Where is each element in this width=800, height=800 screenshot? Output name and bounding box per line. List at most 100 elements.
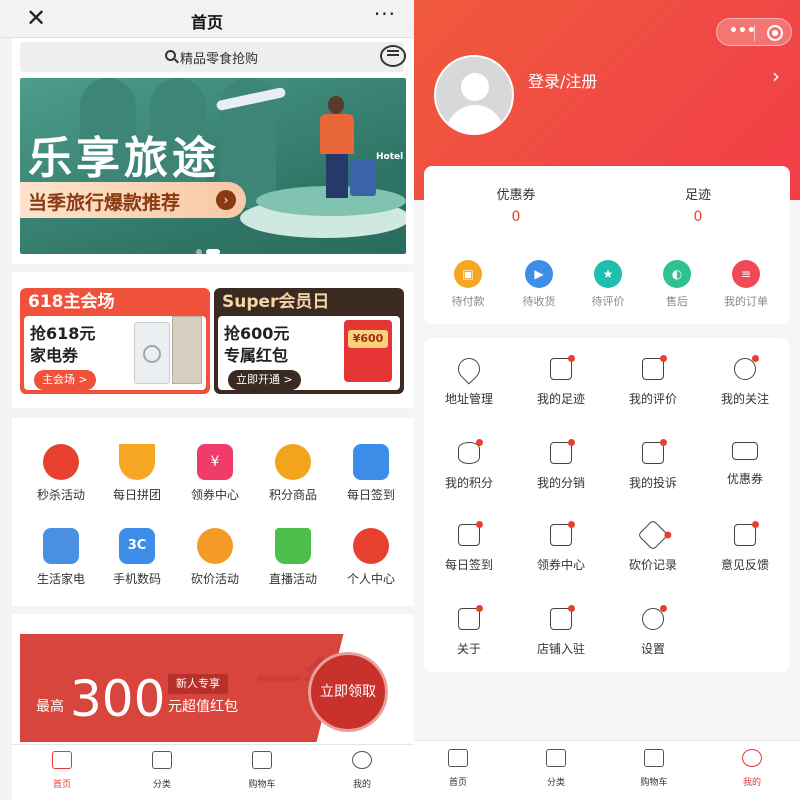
cart-icon xyxy=(644,749,664,767)
tab-mine[interactable]: 我的 xyxy=(332,751,392,790)
grid-item-live[interactable]: 直播活动 xyxy=(254,528,332,587)
service-reviews[interactable]: 我的评价 xyxy=(608,355,698,407)
avatar[interactable] xyxy=(434,55,514,135)
service-bargain-records[interactable]: 砍价记录 xyxy=(608,519,698,573)
envelope-amount: ¥600 xyxy=(348,330,388,348)
service-feedback[interactable]: 意见反馈 xyxy=(700,521,790,573)
service-label: 我的足迹 xyxy=(536,392,585,406)
order-list-icon: ≡ xyxy=(732,260,760,288)
grid-item-coupon-center[interactable]: ¥ 领券中心 xyxy=(176,444,254,503)
category-icon xyxy=(546,749,566,767)
search-input[interactable]: 精品零食抢购 xyxy=(20,42,406,72)
top-nav-bar: ✕ 首页 ··· xyxy=(0,0,414,38)
grid-item-personal-center[interactable]: 个人中心 xyxy=(332,528,410,587)
service-label: 每日签到 xyxy=(444,558,493,572)
home-icon xyxy=(448,749,468,767)
service-store-join[interactable]: 店铺入驻 xyxy=(516,605,606,657)
service-coupon-center[interactable]: 领券中心 xyxy=(516,521,606,573)
coupon-icon xyxy=(732,442,758,460)
stat-coupons[interactable]: 优惠券 0 xyxy=(466,184,566,225)
tab-home[interactable]: 首页 xyxy=(32,751,92,790)
carousel-dot-active[interactable] xyxy=(206,249,220,254)
new-user-coupon-banner[interactable]: 一条 最高 300 新人专享 元超值红包 立即领取 xyxy=(20,634,400,742)
washing-machine-image xyxy=(134,322,170,384)
carousel-dot[interactable] xyxy=(196,249,202,254)
promo-head: 618主会场 xyxy=(28,292,115,312)
tab-label: 购物车 xyxy=(248,780,276,790)
order-pending-review[interactable]: ★ 待评价 xyxy=(576,260,640,309)
grid-label: 领券中心 xyxy=(190,488,239,502)
service-label: 领券中心 xyxy=(536,558,585,572)
message-icon[interactable] xyxy=(380,45,406,67)
chevron-right-icon[interactable]: › xyxy=(772,64,780,88)
more-icon[interactable]: ••• xyxy=(729,23,756,39)
profile-screen: ••• 登录/注册 › 优惠券 0 足迹 0 ▣ 待付款 ▶ 待收货 ★ 待评价 xyxy=(414,0,800,800)
main-venue-button[interactable]: 主会场 > xyxy=(34,370,96,390)
tab-cart[interactable]: 购物车 xyxy=(624,749,684,788)
open-now-button[interactable]: 立即开通 > xyxy=(228,370,301,390)
basket-icon xyxy=(275,528,311,564)
gear-icon xyxy=(642,605,667,630)
grid-item-home-appliances[interactable]: 生活家电 xyxy=(22,528,100,587)
page-title: 首页 xyxy=(190,13,223,32)
miniprogram-capsule: ••• xyxy=(716,18,792,46)
grid-label: 砍价活动 xyxy=(190,572,239,586)
travel-banner[interactable]: 乐享旅途 当季旅行爆款推荐 › Hotel xyxy=(20,78,406,254)
promo-618[interactable]: 618主会场 抢618元 家电券 主会场 > xyxy=(20,288,210,394)
grid-item-digital[interactable]: 3C 手机数码 xyxy=(98,528,176,587)
grid-item-points-goods[interactable]: 积分商品 xyxy=(254,444,332,503)
calendar-icon xyxy=(353,444,389,480)
stat-footprints[interactable]: 足迹 0 xyxy=(648,184,748,225)
service-coupons[interactable]: 优惠券 xyxy=(700,442,790,487)
service-label: 我的积分 xyxy=(444,476,493,490)
banner-title: 乐享旅途 xyxy=(28,133,220,184)
tab-cart[interactable]: 购物车 xyxy=(232,751,292,790)
tag-icon xyxy=(637,519,669,551)
service-about[interactable]: 关于 xyxy=(424,605,514,657)
order-after-sales[interactable]: ◐ 售后 xyxy=(645,260,709,309)
grid-item-group-buy[interactable]: 每日拼团 xyxy=(98,444,176,503)
category-icon xyxy=(152,751,172,769)
service-distribution[interactable]: 我的分销 xyxy=(516,439,606,491)
chevron-right-icon: › xyxy=(216,190,236,210)
tab-mine[interactable]: 我的 xyxy=(722,749,782,788)
traveler-illustration xyxy=(320,96,354,200)
banner-subtitle: 当季旅行爆款推荐 xyxy=(28,192,181,214)
truck-icon: ▶ xyxy=(525,260,553,288)
hotel-sign: Hotel xyxy=(376,152,404,162)
grid-item-seckill[interactable]: 秒杀活动 xyxy=(22,444,100,503)
stats-order-card: 优惠券 0 足迹 0 ▣ 待付款 ▶ 待收货 ★ 待评价 ◐ 售后 ≡ 我的订单 xyxy=(424,166,790,324)
service-label: 砍价记录 xyxy=(628,558,677,572)
yen-ticket-icon: ¥ xyxy=(197,444,233,480)
promo-line2: 家电券 xyxy=(30,346,79,365)
service-complaints[interactable]: 我的投诉 xyxy=(608,439,698,491)
coupon-suffix: 元超值红包 xyxy=(168,699,238,715)
close-target-icon[interactable] xyxy=(767,25,783,41)
service-settings[interactable]: 设置 xyxy=(608,605,698,657)
tab-category[interactable]: 分类 xyxy=(526,749,586,788)
promo-super-member[interactable]: Super会员日 抢600元 专属红包 立即开通 > ¥600 xyxy=(214,288,404,394)
order-label: 待评价 xyxy=(591,295,625,308)
claim-now-button[interactable]: 立即领取 xyxy=(308,652,388,732)
grid-label: 直播活动 xyxy=(268,572,317,586)
smile-icon xyxy=(119,444,155,480)
login-register-link[interactable]: 登录/注册 xyxy=(528,68,597,92)
order-my-orders[interactable]: ≡ 我的订单 xyxy=(714,260,778,309)
tab-category[interactable]: 分类 xyxy=(132,751,192,790)
more-icon[interactable]: ··· xyxy=(374,2,396,26)
user-icon xyxy=(742,749,762,767)
order-pending-payment[interactable]: ▣ 待付款 xyxy=(436,260,500,309)
grid-label: 个人中心 xyxy=(346,572,395,586)
tab-home[interactable]: 首页 xyxy=(428,749,488,788)
grid-item-bargain[interactable]: 砍价活动 xyxy=(176,528,254,587)
grid-item-daily-checkin[interactable]: 每日签到 xyxy=(332,444,410,503)
banner-subtitle-pill: 当季旅行爆款推荐 › xyxy=(20,182,246,218)
tab-label: 我的 xyxy=(352,780,371,790)
order-pending-receipt[interactable]: ▶ 待收货 xyxy=(507,260,571,309)
service-points[interactable]: 我的积分 xyxy=(424,439,514,491)
service-address[interactable]: 地址管理 xyxy=(424,353,514,407)
service-follows[interactable]: 我的关注 xyxy=(700,355,790,407)
service-footprint[interactable]: 我的足迹 xyxy=(516,355,606,407)
service-daily-checkin[interactable]: 每日签到 xyxy=(424,521,514,573)
service-label: 我的投诉 xyxy=(628,476,677,490)
